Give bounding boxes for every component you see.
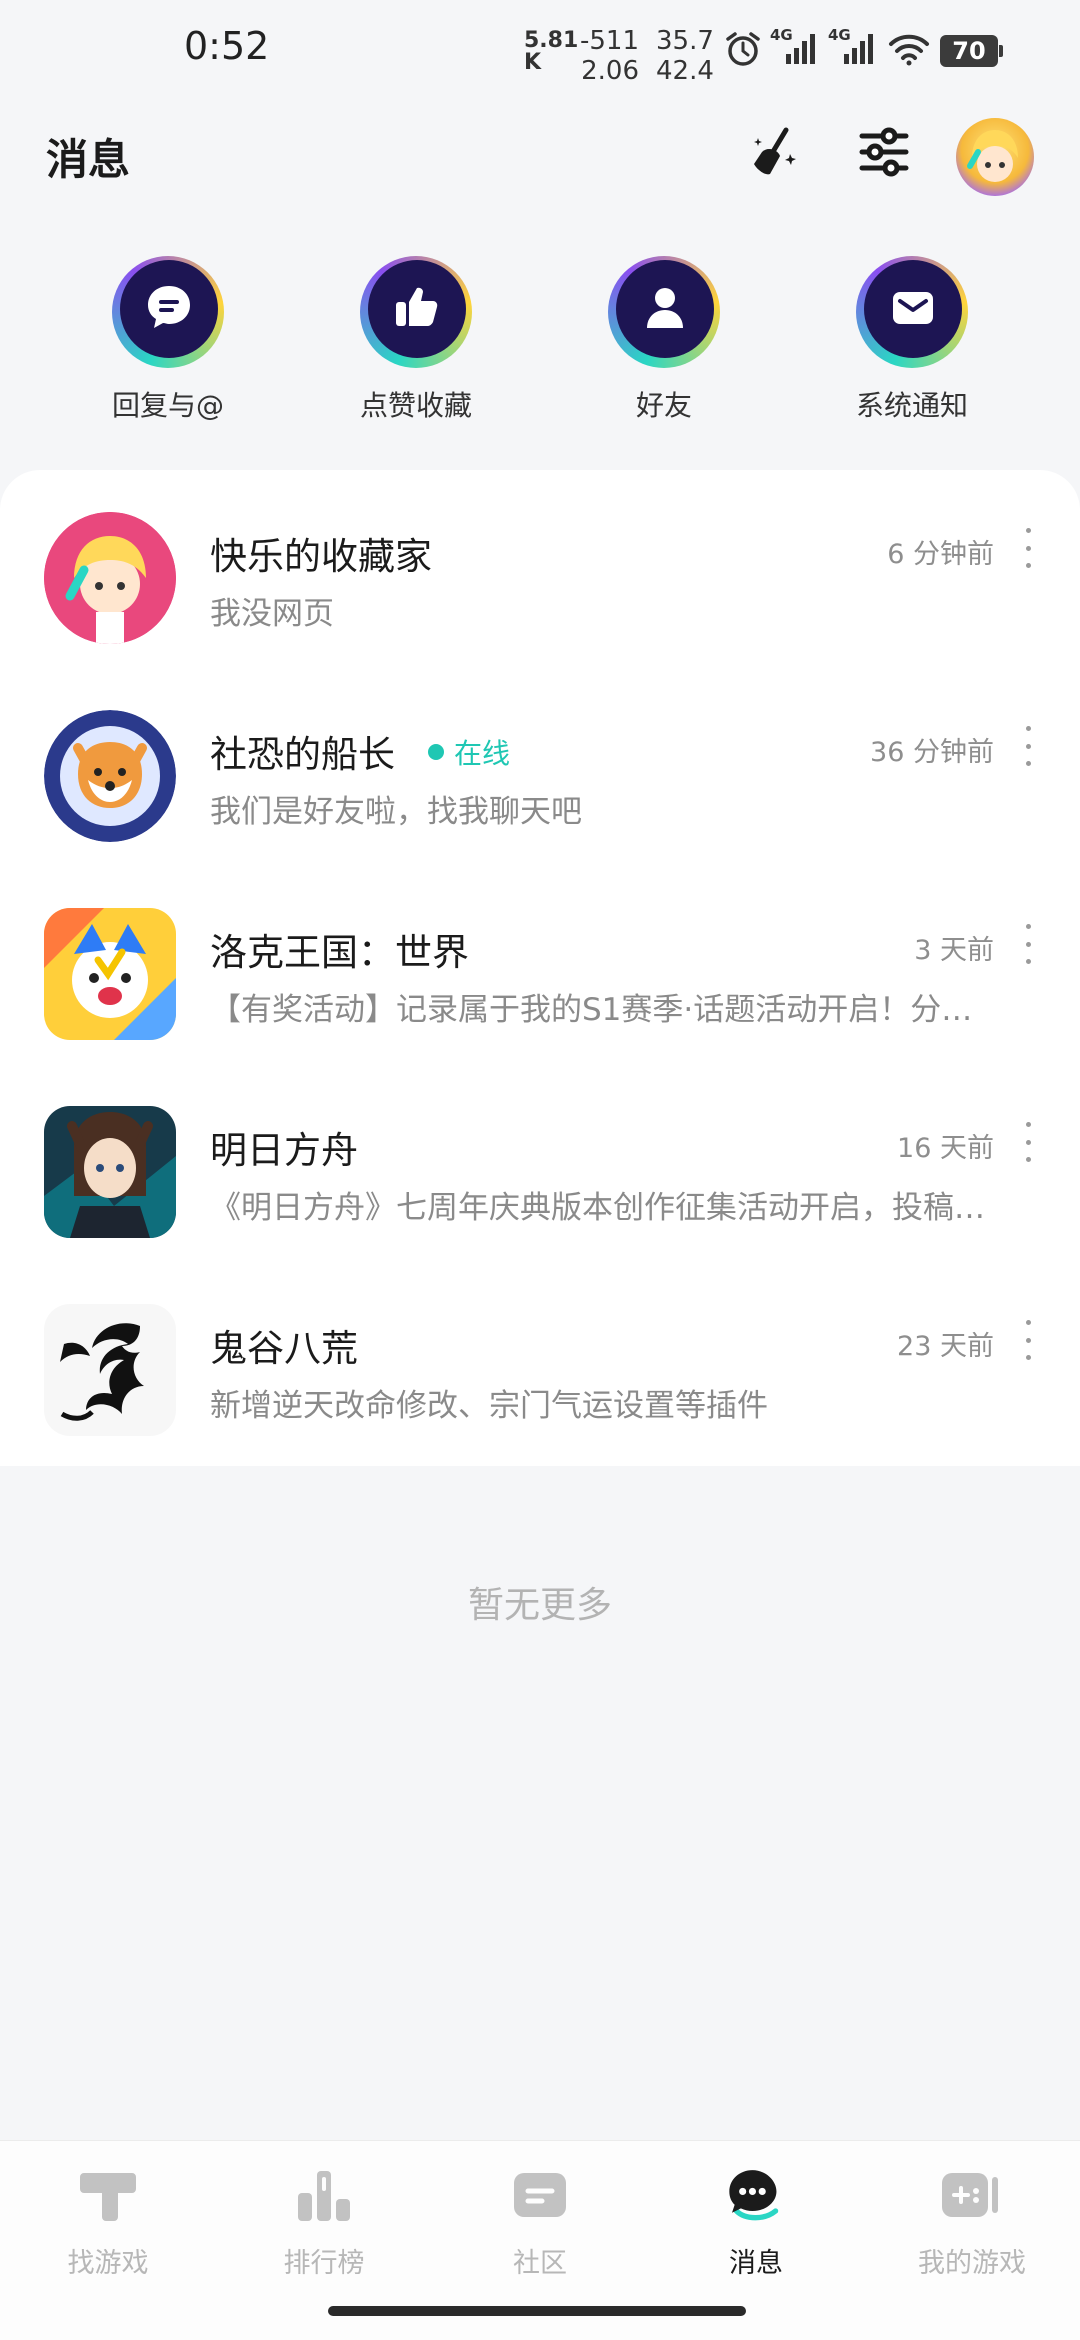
avatar [44,908,176,1040]
quick-icon [354,250,478,374]
avatar [44,1304,176,1436]
avatar [44,512,176,644]
signal-2-label: 4G [828,26,851,44]
nav-find-game[interactable]: 找游戏 [0,2163,216,2280]
stat-1: -511 2.06 [580,26,639,86]
message-row[interactable]: 明日方舟 16 天前 《明日方舟》七周年庆典版本创作征集活动开启，投稿… [0,1064,1080,1262]
ranking-icon [292,2163,356,2227]
nav-community[interactable]: 社区 [432,2163,648,2280]
nav-messages[interactable]: 消息 [648,2163,864,2280]
thumbs-up-icon [390,280,444,338]
clear-unread-button[interactable] [742,122,806,186]
net-speed: 5.81 K [524,30,578,74]
status-time: 0:52 [184,24,270,68]
page-title: 消息 [46,135,131,184]
find-game-icon [76,2163,140,2227]
nav-label: 找游戏 [67,2248,149,2279]
message-preview: 我没网页 [210,596,334,632]
more-options-button[interactable] [1018,726,1038,766]
more-options-button[interactable] [1018,1122,1038,1162]
quick-label: 回复与@ [111,389,224,422]
broom-icon [746,124,802,184]
message-time: 23 天前 [897,1331,994,1362]
chat-bubble-icon [142,280,196,338]
message-time: 6 分钟前 [887,539,994,570]
message-preview: 【有奖活动】记录属于我的S1赛季·话题活动开启！分… [210,992,973,1028]
message-row[interactable]: 社恐的船长 在线 36 分钟前 我们是好友啦，找我聊天吧 [0,668,1080,866]
online-dot-icon [428,744,444,760]
message-list: 快乐的收藏家 6 分钟前 我没网页 社恐的船长 在线 36 分钟前 我们是好友啦… [0,470,1080,1466]
stat-2-top: 35.7 [656,26,714,56]
avatar [44,1106,176,1238]
quick-likes-favorites[interactable]: 点赞收藏 [326,250,506,424]
net-speed-unit: K [524,50,542,75]
nav-label: 消息 [729,2248,783,2279]
stat-1-bottom: 2.06 [581,56,640,86]
online-status: 在线 [428,732,510,772]
contact-name: 明日方舟 [210,1129,358,1172]
contact-name: 洛克王国：世界 [210,931,469,974]
nav-my-games[interactable]: 我的游戏 [864,2163,1080,2280]
avatar [44,710,176,842]
message-time: 16 天前 [897,1133,994,1164]
quick-actions: 回复与@ 点赞收藏 好友 系统通知 [0,250,1080,430]
home-indicator[interactable] [328,2306,746,2316]
no-more-text: 暂无更多 [467,1585,612,1626]
message-icon [724,2163,788,2227]
wifi-icon [888,32,930,70]
header: 消息 [0,118,1080,196]
contact-name: 社恐的船长 [210,733,395,776]
signal-icon: 4G [770,26,820,70]
contact-name: 快乐的收藏家 [210,535,432,578]
my-games-icon [940,2163,1004,2227]
sliders-icon [857,125,911,183]
message-time: 36 分钟前 [870,737,994,768]
status-icons: 4G 4G 70 [724,26,1003,72]
nav-label: 排行榜 [283,2248,365,2279]
nav-label: 我的游戏 [918,2248,1026,2279]
signal-icon: 4G [828,26,878,70]
nav-label: 社区 [513,2248,567,2279]
message-preview: 《明日方舟》七周年庆典版本创作征集活动开启，投稿… [210,1190,985,1226]
envelope-icon [886,280,940,338]
battery-icon: 70 [940,35,1003,67]
more-options-button[interactable] [1018,1320,1038,1360]
person-icon [638,280,692,338]
message-row[interactable]: 鬼谷八荒 23 天前 新增逆天改命修改、宗门气运设置等插件 [0,1262,1080,1460]
quick-label: 好友 [635,389,692,422]
net-speed-value: 5.81 [524,28,579,53]
alarm-icon [724,30,762,72]
online-label: 在线 [454,737,511,770]
message-preview: 新增逆天改命修改、宗门气运设置等插件 [210,1388,768,1424]
more-options-button[interactable] [1018,924,1038,964]
contact-name: 鬼谷八荒 [210,1327,358,1370]
quick-system-notifications[interactable]: 系统通知 [822,250,1002,424]
more-options-button[interactable] [1018,528,1038,568]
quick-replies-mentions[interactable]: 回复与@ [78,250,258,424]
settings-button[interactable] [852,122,916,186]
quick-icon [850,250,974,374]
message-preview: 我们是好友啦，找我聊天吧 [210,794,582,830]
quick-friends[interactable]: 好友 [574,250,754,424]
stat-1-top: -511 [580,26,640,56]
message-row[interactable]: 快乐的收藏家 6 分钟前 我没网页 [0,470,1080,668]
stat-2: 35.7 42.4 [656,26,714,86]
quick-label: 点赞收藏 [359,389,472,422]
signal-1-label: 4G [770,26,793,44]
nav-ranking[interactable]: 排行榜 [216,2163,432,2280]
quick-icon [602,250,726,374]
stat-2-bottom: 42.4 [656,56,714,86]
quick-label: 系统通知 [855,389,968,422]
profile-avatar[interactable] [956,118,1034,196]
quick-icon [106,250,230,374]
status-bar: 0:52 5.81 K -511 2.06 35.7 42.4 4G 4G 70 [0,0,1080,100]
message-time: 3 天前 [914,935,994,966]
message-row[interactable]: 洛克王国：世界 3 天前 【有奖活动】记录属于我的S1赛季·话题活动开启！分… [0,866,1080,1064]
community-icon [508,2163,572,2227]
